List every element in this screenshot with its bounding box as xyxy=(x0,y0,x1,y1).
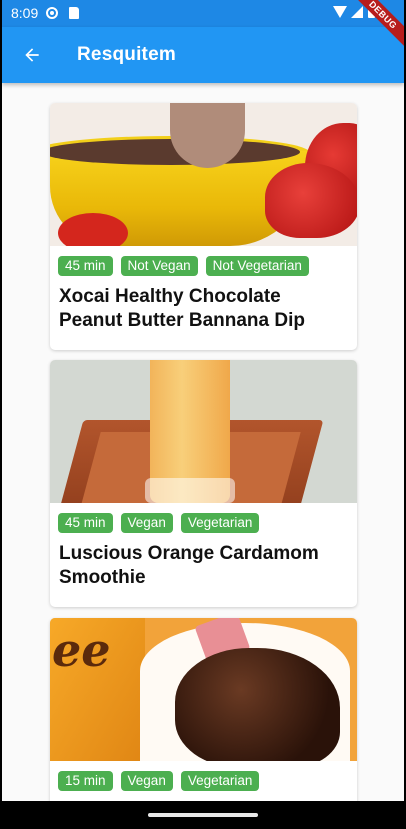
chocolate-dip-image xyxy=(50,103,357,246)
duration-tag: 45 min xyxy=(58,256,113,276)
vegan-tag: Vegan xyxy=(120,513,173,533)
duration-tag: 45 min xyxy=(58,513,113,533)
wifi-icon xyxy=(333,6,347,18)
duration-tag: 15 min xyxy=(58,771,113,791)
recipe-card[interactable]: 45 min Vegan Vegetarian Luscious Orange … xyxy=(50,360,357,607)
vegetarian-tag: Vegetarian xyxy=(180,513,260,533)
page-title: Resquitem xyxy=(77,44,176,65)
settings-icon xyxy=(46,7,58,19)
recipe-tags: 45 min Not Vegan Not Vegetarian xyxy=(50,246,357,276)
vegan-tag: Not Vegan xyxy=(120,256,198,276)
recipe-card[interactable]: ee 15 min Vegan Vegetarian xyxy=(50,618,357,801)
chocolate-cups-image: ee xyxy=(50,618,357,761)
status-time: 8:09 xyxy=(11,5,39,21)
vegetarian-tag: Vegetarian xyxy=(180,771,260,791)
app-screen: 8:09 Resquitem DEBUG 45 min Not Vegan No… xyxy=(2,0,404,829)
vegetarian-tag: Not Vegetarian xyxy=(205,256,309,276)
recipe-tags: 45 min Vegan Vegetarian xyxy=(50,503,357,533)
recipe-title xyxy=(50,791,357,801)
app-bar: Resquitem xyxy=(2,27,404,83)
sd-card-icon xyxy=(69,7,79,19)
signal-icon xyxy=(351,6,363,18)
recipe-title: Xocai Healthy Chocolate Peanut Butter Ba… xyxy=(59,286,305,331)
recipe-card[interactable]: 45 min Not Vegan Not Vegetarian Xocai He… xyxy=(50,103,357,350)
recipe-title: Luscious Orange Cardamom Smoothie xyxy=(59,543,319,588)
recipe-list[interactable]: 45 min Not Vegan Not Vegetarian Xocai He… xyxy=(2,83,404,801)
recipe-tags: 15 min Vegan Vegetarian xyxy=(50,761,357,791)
home-gesture-handle[interactable] xyxy=(148,813,258,817)
arrow-left-icon xyxy=(25,48,39,62)
orange-smoothie-image xyxy=(50,360,357,503)
status-bar: 8:09 xyxy=(2,0,404,27)
vegan-tag: Vegan xyxy=(120,771,173,791)
navigation-bar xyxy=(2,801,404,829)
back-button[interactable] xyxy=(18,41,46,69)
